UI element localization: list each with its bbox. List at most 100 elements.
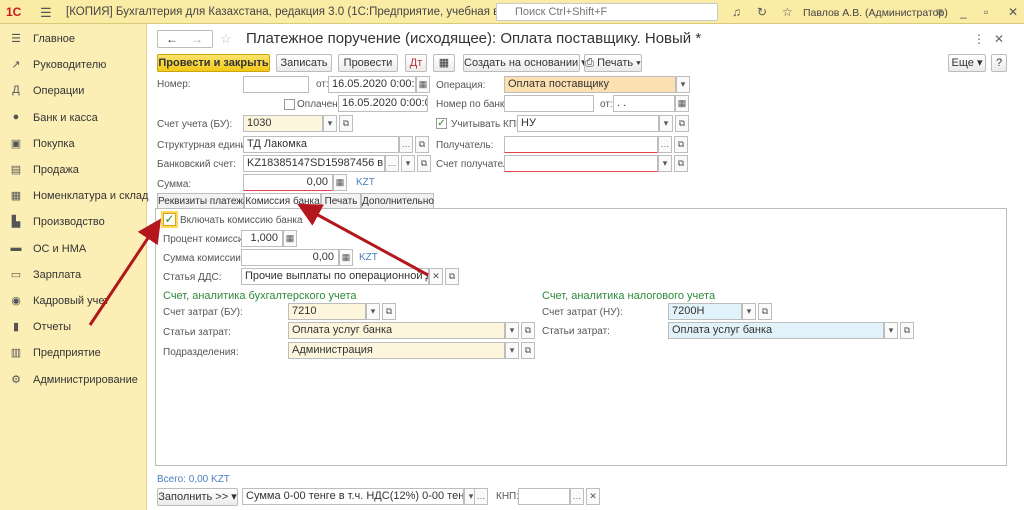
open-icon[interactable]: ⧉ bbox=[675, 115, 689, 132]
tab-payment-details[interactable]: Реквизиты платежа bbox=[157, 193, 249, 209]
fill-button[interactable]: Заполнить >> ▾ bbox=[157, 488, 238, 506]
calculator-icon[interactable]: ▦ bbox=[283, 230, 297, 247]
dropdown-icon[interactable]: ▾ bbox=[366, 303, 380, 320]
number-field[interactable] bbox=[243, 76, 309, 93]
bu-account-field[interactable]: 7210 bbox=[288, 303, 366, 320]
post-and-close-button[interactable]: Провести и закрыть bbox=[157, 54, 270, 72]
currency-label[interactable]: KZT bbox=[356, 177, 375, 188]
dropdown-icon[interactable]: ▾ bbox=[505, 342, 519, 359]
main-menu-icon[interactable]: ☰ bbox=[40, 5, 52, 21]
sidebar-item[interactable]: ▬ ОС и НМА bbox=[0, 239, 147, 259]
dt-kt-icon[interactable]: Дт bbox=[405, 54, 427, 72]
sidebar-item[interactable]: ▤ Продажа bbox=[0, 160, 147, 180]
dropdown-icon[interactable]: ▾ bbox=[401, 155, 415, 172]
select-icon[interactable]: … bbox=[385, 155, 399, 172]
sidebar-item[interactable]: ▭ Зарплата bbox=[0, 265, 147, 285]
bu-cost-field[interactable]: Оплата услуг банка bbox=[288, 322, 505, 339]
sidebar-item[interactable]: ▮ Отчеты bbox=[0, 317, 147, 337]
paid-date-field[interactable]: 16.05.2020 0:00:00 bbox=[338, 95, 428, 112]
account-field[interactable]: 1030 bbox=[243, 115, 323, 132]
dropdown-icon[interactable]: ▾ bbox=[884, 322, 898, 339]
calendar-icon[interactable]: ▦ bbox=[675, 95, 689, 112]
select-icon[interactable]: … bbox=[658, 136, 672, 153]
close-icon[interactable]: ✕ bbox=[1008, 5, 1018, 19]
dropdown-icon[interactable]: ▾ bbox=[323, 115, 337, 132]
user-name[interactable]: Павлов А.В. (Администратор) bbox=[803, 7, 948, 19]
history-icon[interactable]: ↻ bbox=[757, 5, 767, 19]
dropdown-icon[interactable]: ▾ bbox=[658, 155, 672, 172]
open-icon[interactable]: ⧉ bbox=[417, 155, 431, 172]
sidebar-item[interactable]: ↗ Руководителю bbox=[0, 55, 147, 75]
structure-icon[interactable]: ▦ bbox=[433, 54, 455, 72]
paid-checkbox[interactable] bbox=[284, 99, 295, 110]
open-icon[interactable]: ⧉ bbox=[339, 115, 353, 132]
sidebar-item[interactable]: ▦ Номенклатура и склад bbox=[0, 186, 149, 206]
knp-field[interactable] bbox=[518, 488, 570, 505]
restore-icon[interactable]: ▫ bbox=[984, 5, 988, 19]
bank-account-field[interactable]: KZ18385147SD15987456 в АО bbox=[243, 155, 385, 172]
recipient-account-field[interactable] bbox=[504, 155, 658, 172]
more-button[interactable]: Еще ▾ bbox=[948, 54, 986, 72]
search-input[interactable] bbox=[496, 3, 718, 21]
kpn-checkbox[interactable]: ✓ bbox=[436, 118, 447, 129]
open-icon[interactable]: ⧉ bbox=[521, 322, 535, 339]
form-close-icon[interactable]: ✕ bbox=[994, 32, 1004, 46]
dropdown-icon[interactable]: ▾ bbox=[676, 76, 690, 93]
sidebar-item[interactable]: Д Операции bbox=[0, 81, 147, 101]
clear-icon[interactable]: ✕ bbox=[429, 268, 443, 285]
favorite-icon[interactable]: ☆ bbox=[220, 31, 232, 47]
open-icon[interactable]: ⧉ bbox=[415, 136, 429, 153]
open-icon[interactable]: ⧉ bbox=[900, 322, 914, 339]
dropdown-icon[interactable]: ▾ bbox=[505, 322, 519, 339]
calculator-icon[interactable]: ▦ bbox=[339, 249, 353, 266]
dds-field[interactable]: Прочие выплаты по операционной дея bbox=[241, 268, 429, 285]
sidebar-item[interactable]: ☰ Главное bbox=[0, 29, 147, 49]
save-button[interactable]: Записать bbox=[276, 54, 332, 72]
select-icon[interactable]: … bbox=[570, 488, 584, 505]
select-icon[interactable]: … bbox=[399, 136, 413, 153]
open-icon[interactable]: ⧉ bbox=[521, 342, 535, 359]
purpose-field[interactable]: Сумма 0-00 тенге в т.ч. НДС(12%) 0-00 те… bbox=[242, 488, 464, 505]
tab-print[interactable]: Печать bbox=[321, 193, 361, 209]
sidebar-item[interactable]: ◉ Кадровый учет bbox=[0, 291, 147, 311]
bank-date-field[interactable]: . . bbox=[613, 95, 675, 112]
sidebar-item[interactable]: ● Банк и касса bbox=[0, 108, 147, 128]
clear-icon[interactable]: ✕ bbox=[586, 488, 600, 505]
open-icon[interactable]: ⧉ bbox=[382, 303, 396, 320]
minimize-icon[interactable]: _ bbox=[960, 5, 967, 19]
include-commission-checkbox[interactable]: ✓ bbox=[163, 213, 176, 226]
bank-number-field[interactable] bbox=[504, 95, 594, 112]
recipient-field[interactable] bbox=[504, 136, 658, 153]
open-icon[interactable]: ⧉ bbox=[758, 303, 772, 320]
dropdown-icon[interactable]: ▾ bbox=[659, 115, 673, 132]
dropdown-icon[interactable]: ▾ bbox=[742, 303, 756, 320]
nu-account-field[interactable]: 7200Н bbox=[668, 303, 742, 320]
commission-amount-field[interactable]: 0,00 bbox=[241, 249, 339, 266]
sidebar-item[interactable]: ▙ Производство bbox=[0, 212, 147, 232]
open-icon[interactable]: ⧉ bbox=[674, 136, 688, 153]
calculator-icon[interactable]: ▦ bbox=[333, 174, 347, 191]
calendar-icon[interactable]: ▦ bbox=[416, 76, 430, 93]
tab-additional[interactable]: Дополнительно bbox=[361, 193, 434, 209]
kpn-field[interactable]: НУ bbox=[517, 115, 659, 132]
settings-icon[interactable]: ≡ bbox=[936, 5, 943, 19]
open-icon[interactable]: ⧉ bbox=[445, 268, 459, 285]
sidebar-item[interactable]: ▥ Предприятие bbox=[0, 343, 147, 363]
operation-field[interactable]: Оплата поставщику bbox=[504, 76, 676, 93]
help-button[interactable]: ? bbox=[991, 54, 1007, 72]
unit-field[interactable]: ТД Лакомка bbox=[243, 136, 399, 153]
open-icon[interactable]: ⧉ bbox=[674, 155, 688, 172]
print-button[interactable]: ⎙ Печать ▾ bbox=[584, 54, 642, 72]
post-button[interactable]: Провести bbox=[338, 54, 398, 72]
forward-icon[interactable]: → bbox=[191, 32, 203, 46]
select-icon[interactable]: … bbox=[474, 488, 488, 505]
division-field[interactable]: Администрация bbox=[288, 342, 505, 359]
date-field[interactable]: 16.05.2020 0:00:0 bbox=[328, 76, 416, 93]
bell-icon[interactable]: ♫ bbox=[732, 5, 741, 19]
create-based-button[interactable]: Создать на основании ▾ bbox=[463, 54, 587, 72]
more-actions-icon[interactable]: ⋮ bbox=[973, 32, 985, 46]
commission-currency[interactable]: KZT bbox=[359, 252, 378, 263]
sum-field[interactable]: 0,00 bbox=[243, 174, 333, 191]
percent-field[interactable]: 1,000 bbox=[241, 230, 283, 247]
sidebar-item[interactable]: ⚙ Администрирование bbox=[0, 370, 147, 390]
